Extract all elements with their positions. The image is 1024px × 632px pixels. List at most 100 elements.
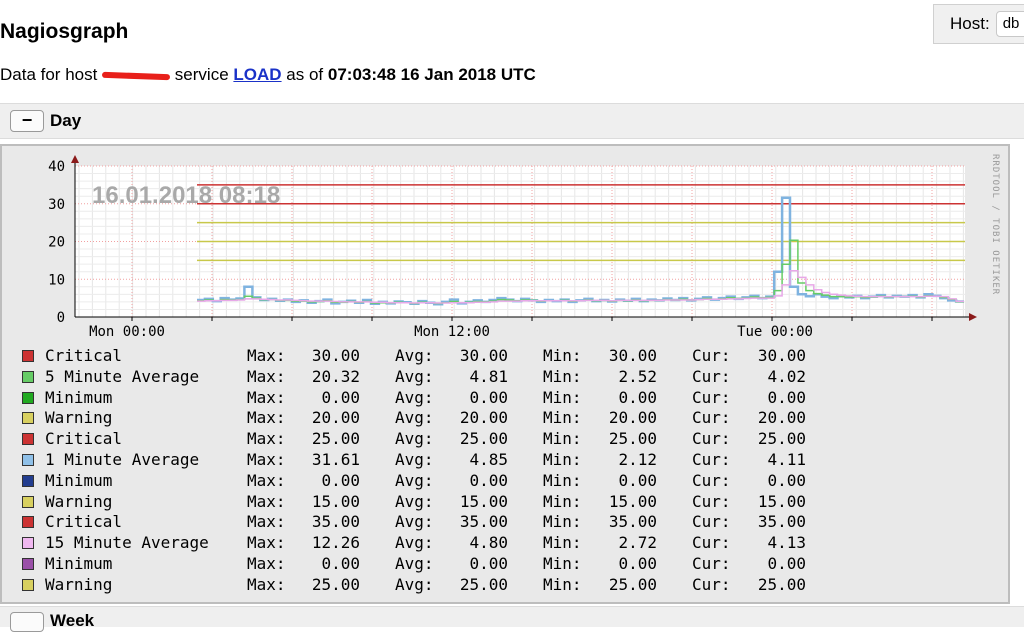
expand-week-button[interactable] xyxy=(10,612,44,632)
legend-min-value: 2.52 xyxy=(618,366,657,386)
service-word: service xyxy=(174,65,229,84)
legend-min-value: 15.00 xyxy=(608,491,657,511)
legend-swatch xyxy=(22,453,34,466)
legend-cur-label: Cur: xyxy=(692,470,731,490)
legend-min-label: Min: xyxy=(543,408,582,428)
legend-min-value: 25.00 xyxy=(608,574,657,594)
legend-series-name: 15 Minute Average xyxy=(45,533,209,553)
legend-cur-value: 4.02 xyxy=(767,366,806,386)
legend-swatch xyxy=(22,516,34,529)
legend-min-label: Min: xyxy=(543,533,582,553)
legend-max-label: Max: xyxy=(247,512,286,532)
legend-avg-label: Avg: xyxy=(395,408,434,428)
legend-cur-value: 0.00 xyxy=(767,470,806,490)
y-tick-label: 0 xyxy=(57,310,65,326)
legend-avg-label: Avg: xyxy=(395,512,434,532)
legend-avg-value: 0.00 xyxy=(469,470,508,490)
y-tick-label: 10 xyxy=(48,272,65,288)
as-of-word: as of xyxy=(286,65,324,84)
graph-watermark: 16.01.2018 08:18 xyxy=(92,182,281,209)
legend-min-value: 20.00 xyxy=(608,408,657,428)
legend-avg-label: Avg: xyxy=(395,533,434,553)
legend-min-value: 2.72 xyxy=(618,533,657,553)
legend-max-label: Max: xyxy=(247,553,286,573)
legend-min-label: Min: xyxy=(543,449,582,469)
x-tick-label: Tue 00:00 xyxy=(737,324,813,340)
collapse-day-button[interactable]: − xyxy=(10,110,44,132)
x-axis-arrow xyxy=(969,313,977,321)
legend-max-value: 25.00 xyxy=(311,429,360,449)
legend-cur-label: Cur: xyxy=(692,387,731,407)
timestamp: 07:03:48 16 Jan 2018 UTC xyxy=(327,65,536,84)
legend-min-value: 25.00 xyxy=(608,429,657,449)
legend-max-label: Max: xyxy=(247,449,286,469)
legend-min-label: Min: xyxy=(543,470,582,490)
legend-cur-label: Cur: xyxy=(692,574,731,594)
legend-cur-label: Cur: xyxy=(692,346,731,365)
legend-min-label: Min: xyxy=(543,574,582,594)
legend-min-value: 0.00 xyxy=(618,470,657,490)
legend-min-value: 30.00 xyxy=(608,346,657,365)
legend-cur-label: Cur: xyxy=(692,449,731,469)
legend-avg-value: 4.81 xyxy=(469,366,508,386)
legend-cur-label: Cur: xyxy=(692,408,731,428)
legend-swatch xyxy=(22,370,34,383)
legend-avg-value: 4.80 xyxy=(469,533,508,553)
legend-avg-label: Avg: xyxy=(395,553,434,573)
legend-max-value: 35.00 xyxy=(311,512,360,532)
legend-min-label: Min: xyxy=(543,346,582,365)
legend-max-label: Max: xyxy=(247,387,286,407)
legend-max-value: 20.00 xyxy=(311,408,360,428)
redacted-host-link[interactable] xyxy=(102,69,170,83)
legend-series-name: 1 Minute Average xyxy=(45,449,200,469)
legend-cur-label: Cur: xyxy=(692,533,731,553)
legend-min-label: Min: xyxy=(543,387,582,407)
service-link[interactable]: LOAD xyxy=(233,65,281,84)
legend-max-label: Max: xyxy=(247,408,286,428)
legend-avg-label: Avg: xyxy=(395,346,434,365)
legend-avg-value: 20.00 xyxy=(459,408,508,428)
legend-max-value: 15.00 xyxy=(311,491,360,511)
legend-avg-value: 15.00 xyxy=(459,491,508,511)
legend-max-label: Max: xyxy=(247,470,286,490)
legend-swatch xyxy=(22,557,34,570)
legend-cur-label: Cur: xyxy=(692,491,731,511)
legend-cur-value: 4.13 xyxy=(767,533,806,553)
legend-avg-label: Avg: xyxy=(395,366,434,386)
legend-series-name: Minimum xyxy=(45,387,113,407)
legend-cur-value: 0.00 xyxy=(767,387,806,407)
legend-avg-label: Avg: xyxy=(395,429,434,449)
legend-cur-value: 15.00 xyxy=(757,491,806,511)
legend-swatch xyxy=(22,412,34,425)
y-axis-arrow xyxy=(71,155,79,163)
y-tick-label: 30 xyxy=(48,197,65,213)
legend-max-value: 25.00 xyxy=(311,574,360,594)
legend-avg-value: 30.00 xyxy=(459,346,508,365)
legend-avg-value: 35.00 xyxy=(459,512,508,532)
legend-series-name: Warning xyxy=(45,574,113,594)
legend-cur-label: Cur: xyxy=(692,429,731,449)
legend-max-value: 0.00 xyxy=(321,470,360,490)
legend-max-value: 30.00 xyxy=(311,346,360,365)
x-tick-label: Mon 12:00 xyxy=(414,324,490,340)
legend-avg-value: 25.00 xyxy=(459,429,508,449)
legend-series-name: Critical xyxy=(45,512,123,532)
legend-max-label: Max: xyxy=(247,574,286,594)
legend-avg-label: Avg: xyxy=(395,574,434,594)
host-select[interactable]: db xyxy=(995,11,1024,37)
legend-max-value: 20.32 xyxy=(311,366,360,386)
legend-series-name: Minimum xyxy=(45,553,113,573)
legend-cur-value: 0.00 xyxy=(767,553,806,573)
legend-min-value: 35.00 xyxy=(608,512,657,532)
host-label: Host: xyxy=(950,14,990,33)
legend-series-name: Critical xyxy=(45,346,123,365)
data-prefix: Data for host xyxy=(0,65,98,84)
legend-max-value: 0.00 xyxy=(321,387,360,407)
legend-swatch xyxy=(22,495,34,508)
legend-min-value: 2.12 xyxy=(618,449,657,469)
legend-cur-value: 25.00 xyxy=(757,429,806,449)
legend-series-name: Minimum xyxy=(45,470,113,490)
legend-max-value: 12.26 xyxy=(311,533,360,553)
x-tick-label: Mon 00:00 xyxy=(89,324,165,340)
legend-swatch xyxy=(22,578,34,591)
